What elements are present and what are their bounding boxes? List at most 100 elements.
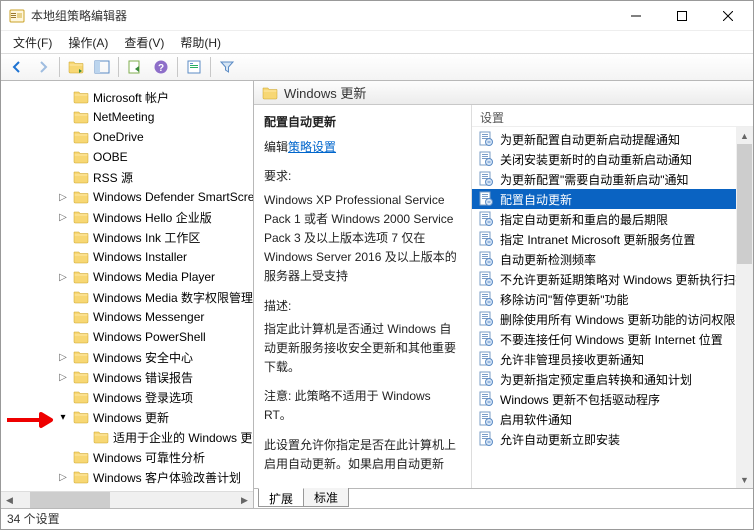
show-hide-tree-button[interactable]: [90, 55, 114, 79]
tree-item[interactable]: Windows 可靠性分析: [1, 447, 253, 467]
policy-name: 配置自动更新: [264, 113, 461, 132]
settings-item[interactable]: 配置自动更新: [472, 189, 753, 209]
settings-item[interactable]: 为更新配置"需要自动重新启动"通知: [472, 169, 753, 189]
folder-icon: [73, 129, 89, 145]
maximize-button[interactable]: [659, 1, 705, 31]
tree-item[interactable]: RSS 源: [1, 167, 253, 187]
tree-item[interactable]: ▾Windows 更新: [1, 407, 253, 427]
settings-item[interactable]: 不要连接任何 Windows 更新 Internet 位置: [472, 329, 753, 349]
tree-item-label: Windows Defender SmartScreen: [93, 190, 253, 204]
settings-item[interactable]: 删除使用所有 Windows 更新功能的访问权限: [472, 309, 753, 329]
folder-icon: [73, 109, 89, 125]
settings-item[interactable]: 为更新指定预定重启转换和通知计划: [472, 369, 753, 389]
settings-list[interactable]: 为更新配置自动更新启动提醒通知关闭安装更新时的自动重新启动通知为更新配置"需要自…: [472, 127, 753, 488]
settings-item[interactable]: 启用软件通知: [472, 409, 753, 429]
details-pane: Windows 更新 配置自动更新 编辑策略设置 要求: Windows XP …: [254, 81, 753, 508]
menu-file[interactable]: 文件(F): [7, 33, 58, 52]
scroll-up-button[interactable]: ▲: [736, 127, 753, 144]
window-title: 本地组策略编辑器: [31, 7, 613, 24]
tree-item[interactable]: Windows Messenger: [1, 307, 253, 327]
tree-item-label: OneDrive: [93, 130, 144, 144]
standard-tab[interactable]: 标准: [303, 488, 349, 507]
tree-item[interactable]: ▷Windows 安全中心: [1, 347, 253, 367]
chevron-right-icon[interactable]: ▷: [57, 352, 69, 363]
settings-item-label: 不允许更新延期策略对 Windows 更新执行扫描: [500, 271, 747, 288]
tree-item-label: Windows 登录选项: [93, 389, 193, 406]
settings-item[interactable]: 自动更新检测频率: [472, 249, 753, 269]
tree-pane: Microsoft 帐户NetMeetingOneDriveOOBERSS 源▷…: [1, 81, 254, 508]
tree-horizontal-scrollbar[interactable]: ◀▶: [1, 491, 253, 508]
policy-icon: [478, 151, 494, 167]
folder-icon: [73, 229, 89, 245]
up-button[interactable]: [64, 55, 88, 79]
settings-item[interactable]: 允许自动更新立即安装: [472, 429, 753, 449]
extended-tab[interactable]: 扩展: [258, 488, 304, 507]
settings-item[interactable]: Windows 更新不包括驱动程序: [472, 389, 753, 409]
tree-item[interactable]: ▷ Windows Hello 企业版: [1, 207, 253, 227]
chevron-right-icon[interactable]: ▷: [57, 272, 69, 283]
settings-item-label: 指定自动更新和重启的最后期限: [500, 211, 668, 228]
tree-item[interactable]: Windows Ink 工作区: [1, 227, 253, 247]
tree-item[interactable]: Microsoft 帐户: [1, 87, 253, 107]
nav-tree[interactable]: Microsoft 帐户NetMeetingOneDriveOOBERSS 源▷…: [1, 81, 253, 491]
minimize-button[interactable]: [613, 1, 659, 31]
edit-label: 编辑: [264, 140, 288, 154]
settings-item[interactable]: 移除访问"暂停更新"功能: [472, 289, 753, 309]
settings-item[interactable]: 指定 Intranet Microsoft 更新服务位置: [472, 229, 753, 249]
folder-icon: [73, 369, 89, 385]
settings-item-label: 删除使用所有 Windows 更新功能的访问权限: [500, 311, 735, 328]
chevron-right-icon[interactable]: ▷: [57, 192, 69, 203]
settings-column-header[interactable]: 设置: [472, 105, 753, 127]
scroll-down-button[interactable]: ▼: [736, 471, 753, 488]
settings-item-label: 允许自动更新立即安装: [500, 431, 620, 448]
folder-icon: [73, 329, 89, 345]
export-button[interactable]: [123, 55, 147, 79]
tree-item[interactable]: OOBE: [1, 147, 253, 167]
settings-item[interactable]: 为更新配置自动更新启动提醒通知: [472, 129, 753, 149]
settings-item[interactable]: 关闭安装更新时的自动重新启动通知: [472, 149, 753, 169]
policy-icon: [478, 131, 494, 147]
tree-item[interactable]: NetMeeting: [1, 107, 253, 127]
folder-icon: [73, 389, 89, 405]
filter-button[interactable]: [215, 55, 239, 79]
tree-item-label: Windows Hello 企业版: [93, 209, 212, 226]
chevron-down-icon[interactable]: ▾: [57, 412, 69, 423]
chevron-right-icon[interactable]: ▷: [57, 372, 69, 383]
settings-vertical-scrollbar[interactable]: ▲ ▼: [736, 127, 753, 488]
tree-item[interactable]: ▷Windows 错误报告: [1, 367, 253, 387]
settings-item[interactable]: 不允许更新延期策略对 Windows 更新执行扫描: [472, 269, 753, 289]
tree-item[interactable]: 适用于企业的 Windows 更新: [1, 427, 253, 447]
tree-item[interactable]: ▷Windows 客户体验改善计划: [1, 467, 253, 487]
tree-item[interactable]: ▷ Windows Defender SmartScreen: [1, 187, 253, 207]
back-button[interactable]: [5, 55, 29, 79]
tree-item[interactable]: OneDrive: [1, 127, 253, 147]
policy-icon: [478, 251, 494, 267]
policy-icon: [478, 331, 494, 347]
description-label: 描述:: [264, 297, 461, 316]
properties-button[interactable]: [182, 55, 206, 79]
settings-item[interactable]: 允许非管理员接收更新通知: [472, 349, 753, 369]
tree-item-label: 适用于企业的 Windows 更新: [113, 429, 253, 446]
settings-item-label: 关闭安装更新时的自动重新启动通知: [500, 151, 692, 168]
menu-help[interactable]: 帮助(H): [174, 33, 227, 52]
tree-item[interactable]: Windows Media 数字权限管理: [1, 287, 253, 307]
menu-view[interactable]: 查看(V): [118, 33, 170, 52]
help-button[interactable]: ?: [149, 55, 173, 79]
tree-item-label: Windows Media Player: [93, 270, 215, 284]
close-button[interactable]: [705, 1, 751, 31]
menu-action[interactable]: 操作(A): [62, 33, 114, 52]
tree-item[interactable]: ▷ Windows Media Player: [1, 267, 253, 287]
settings-column: 设置 为更新配置自动更新启动提醒通知关闭安装更新时的自动重新启动通知为更新配置"…: [472, 105, 753, 488]
edit-policy-link[interactable]: 策略设置: [288, 140, 336, 154]
policy-icon: [478, 411, 494, 427]
settings-item[interactable]: 指定自动更新和重启的最后期限: [472, 209, 753, 229]
chevron-right-icon[interactable]: ▷: [57, 472, 69, 483]
forward-button[interactable]: [31, 55, 55, 79]
folder-icon: [73, 289, 89, 305]
tree-item[interactable]: Windows PowerShell: [1, 327, 253, 347]
tree-item[interactable]: Windows 登录选项: [1, 387, 253, 407]
folder-icon: [73, 309, 89, 325]
chevron-right-icon[interactable]: ▷: [57, 212, 69, 223]
view-tabs: 扩展 标准: [254, 488, 753, 508]
tree-item[interactable]: Windows Installer: [1, 247, 253, 267]
